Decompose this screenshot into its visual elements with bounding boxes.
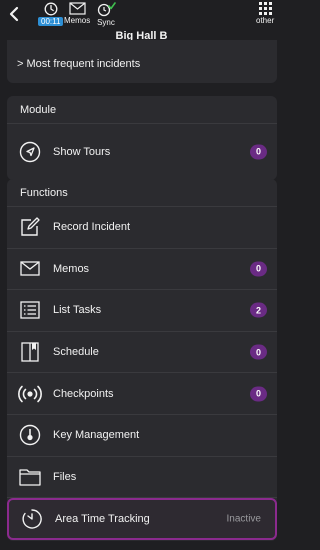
list-tasks-label: List Tasks — [53, 304, 102, 317]
edit-icon — [18, 215, 42, 239]
frequent-incidents-card[interactable]: > Most frequent incidents — [7, 40, 277, 83]
timer-icon — [20, 507, 44, 531]
key-tag-icon — [18, 423, 42, 447]
files-label: Files — [53, 470, 77, 483]
show-tours-label: Show Tours — [53, 145, 111, 158]
function-item-list-tasks[interactable]: List Tasks 2 — [7, 290, 277, 332]
function-item-memos[interactable]: Memos 0 — [7, 249, 277, 291]
check-icon — [108, 2, 116, 10]
module-section: Module Show Tours 0 — [7, 96, 277, 180]
envelope-icon — [18, 257, 42, 281]
frequent-incidents-link[interactable]: > Most frequent incidents — [17, 58, 140, 70]
clock-icon — [44, 2, 58, 16]
memos-top-button[interactable]: Memos — [64, 2, 90, 25]
time-badge: 00:11 — [38, 17, 64, 26]
record-incident-label: Record Incident — [53, 221, 131, 234]
grid-icon — [258, 2, 272, 15]
module-item-show-tours[interactable]: Show Tours 0 — [7, 124, 277, 179]
function-item-area-time-tracking[interactable]: Area Time Tracking Inactive — [7, 498, 277, 540]
schedule-label: Schedule — [53, 346, 99, 359]
function-item-checkpoints[interactable]: Checkpoints 0 — [7, 373, 277, 415]
count-badge: 0 — [250, 386, 267, 402]
area-time-tracking-label: Area Time Tracking — [55, 512, 150, 525]
sync-button[interactable]: Sync — [96, 2, 116, 27]
memos-top-label: Memos — [64, 16, 91, 25]
module-heading: Module — [7, 96, 277, 124]
function-item-schedule[interactable]: Schedule 0 — [7, 332, 277, 374]
folder-icon — [18, 465, 42, 489]
navigation-arrow-icon — [18, 140, 42, 164]
radio-signal-icon — [18, 382, 42, 406]
sync-icon — [97, 2, 116, 17]
count-badge: 0 — [250, 144, 267, 159]
time-tracker-button[interactable]: 00:11 — [38, 2, 64, 26]
count-badge: 2 — [250, 302, 267, 318]
count-badge: 0 — [250, 344, 267, 360]
list-icon — [18, 298, 42, 322]
key-management-label: Key Management — [53, 429, 140, 442]
function-item-record-incident[interactable]: Record Incident — [7, 207, 277, 249]
count-badge: 0 — [250, 261, 267, 277]
status-text: Inactive — [226, 513, 261, 525]
function-item-key-management[interactable]: Key Management — [7, 415, 277, 457]
chevron-left-icon — [9, 6, 19, 22]
function-item-files[interactable]: Files — [7, 457, 277, 499]
other-menu-button[interactable]: other — [256, 2, 274, 25]
checkpoints-label: Checkpoints — [53, 387, 114, 400]
chevron-right-icon: > — [17, 58, 24, 70]
functions-section: Functions Record Incident Memos 0 List T… — [7, 179, 277, 541]
memos-label: Memos — [53, 262, 90, 275]
top-bar: 00:11 Memos Sync other — [0, 0, 283, 30]
frequent-incidents-label: Most frequent incidents — [26, 58, 141, 70]
envelope-icon — [69, 2, 86, 15]
other-label: other — [256, 16, 275, 25]
functions-heading: Functions — [7, 179, 277, 207]
back-button[interactable] — [7, 5, 21, 23]
book-icon — [18, 340, 42, 364]
sync-label: Sync — [97, 18, 115, 27]
